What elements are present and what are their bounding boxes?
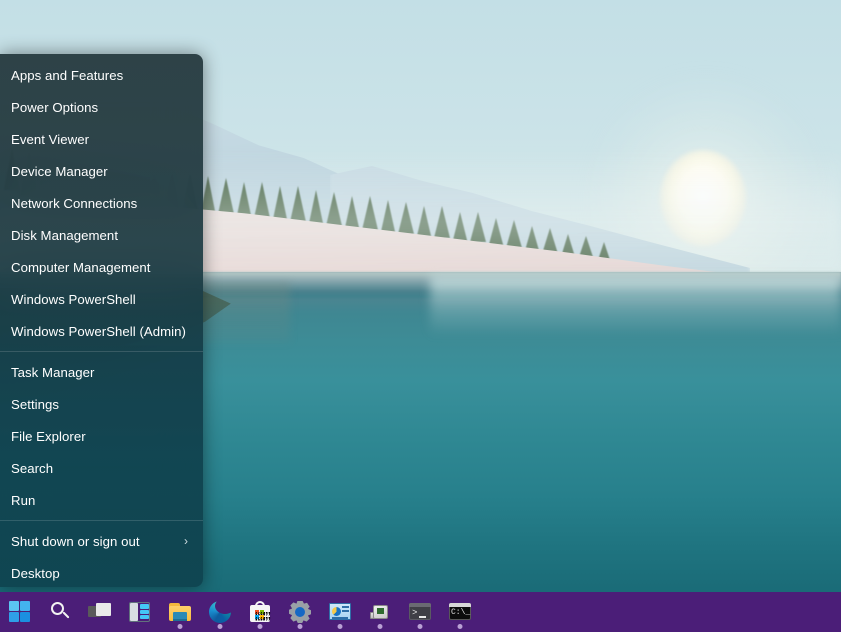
menu-item-run[interactable]: Run [0,484,203,516]
menu-item-label: Apps and Features [11,68,191,83]
task-view-icon [88,600,112,624]
store-button[interactable] [240,592,280,632]
running-indicator [178,624,183,629]
menu-item-label: Windows PowerShell [11,292,191,307]
running-indicator [258,624,263,629]
running-indicator [338,624,343,629]
menu-item-label: Task Manager [11,365,191,380]
menu-item-label: Network Connections [11,196,191,211]
menu-item-label: Windows PowerShell (Admin) [11,324,191,339]
command-prompt-icon: C:\_ [448,600,472,624]
widgets-button[interactable] [120,592,160,632]
menu-item-search[interactable]: Search [0,452,203,484]
menu-item-apps-and-features[interactable]: Apps and Features [0,59,203,91]
menu-item-label: Computer Management [11,260,191,275]
menu-item-task-manager[interactable]: Task Manager [0,356,203,388]
menu-item-label: Power Options [11,100,191,115]
chevron-right-icon: › [184,534,188,548]
running-indicator [418,624,423,629]
windows-logo-icon [8,600,32,624]
start-button[interactable] [0,592,40,632]
menu-item-desktop[interactable]: Desktop [0,557,203,587]
running-indicator [458,624,463,629]
winx-quick-link-menu[interactable]: Apps and Features Power Options Event View… [0,54,203,587]
menu-separator [0,520,203,521]
menu-item-label: Disk Management [11,228,191,243]
device-manager-button[interactable] [360,592,400,632]
menu-item-label: Run [11,493,191,508]
running-indicator [378,624,383,629]
file-explorer-button[interactable] [160,592,200,632]
menu-item-label: File Explorer [11,429,191,444]
device-icon [368,600,392,624]
menu-item-label: Shut down or sign out [11,534,184,549]
gear-icon [288,600,312,624]
menu-item-label: Settings [11,397,191,412]
computer-management-button[interactable] [320,592,360,632]
menu-item-computer-management[interactable]: Computer Management [0,251,203,283]
menu-item-windows-powershell[interactable]: Windows PowerShell [0,283,203,315]
task-view-button[interactable] [80,592,120,632]
menu-item-event-viewer[interactable]: Event Viewer [0,123,203,155]
menu-item-shut-down-or-sign-out[interactable]: Shut down or sign out› [0,525,203,557]
folder-icon [168,600,192,624]
menu-item-label: Device Manager [11,164,191,179]
water-sun-sheen [430,276,841,336]
widgets-icon [128,600,152,624]
menu-item-file-explorer[interactable]: File Explorer [0,420,203,452]
powershell-button[interactable]: > [400,592,440,632]
command-prompt-button[interactable]: C:\_ [440,592,480,632]
menu-item-windows-powershell-admin[interactable]: Windows PowerShell (Admin) [0,315,203,347]
search-button[interactable] [40,592,80,632]
menu-item-label: Event Viewer [11,132,191,147]
edge-icon [208,600,232,624]
menu-item-settings[interactable]: Settings [0,388,203,420]
search-icon [48,600,72,624]
running-indicator [218,624,223,629]
menu-separator [0,351,203,352]
taskbar[interactable]: > C:\_ [0,592,841,632]
menu-item-device-manager[interactable]: Device Manager [0,155,203,187]
powershell-icon: > [408,600,432,624]
mmc-console-icon [328,600,352,624]
menu-item-power-options[interactable]: Power Options [0,91,203,123]
settings-button[interactable] [280,592,320,632]
running-indicator [298,624,303,629]
menu-item-label: Desktop [11,566,191,581]
menu-item-disk-management[interactable]: Disk Management [0,219,203,251]
edge-button[interactable] [200,592,240,632]
store-icon [248,600,272,624]
menu-item-network-connections[interactable]: Network Connections [0,187,203,219]
menu-item-label: Search [11,461,191,476]
